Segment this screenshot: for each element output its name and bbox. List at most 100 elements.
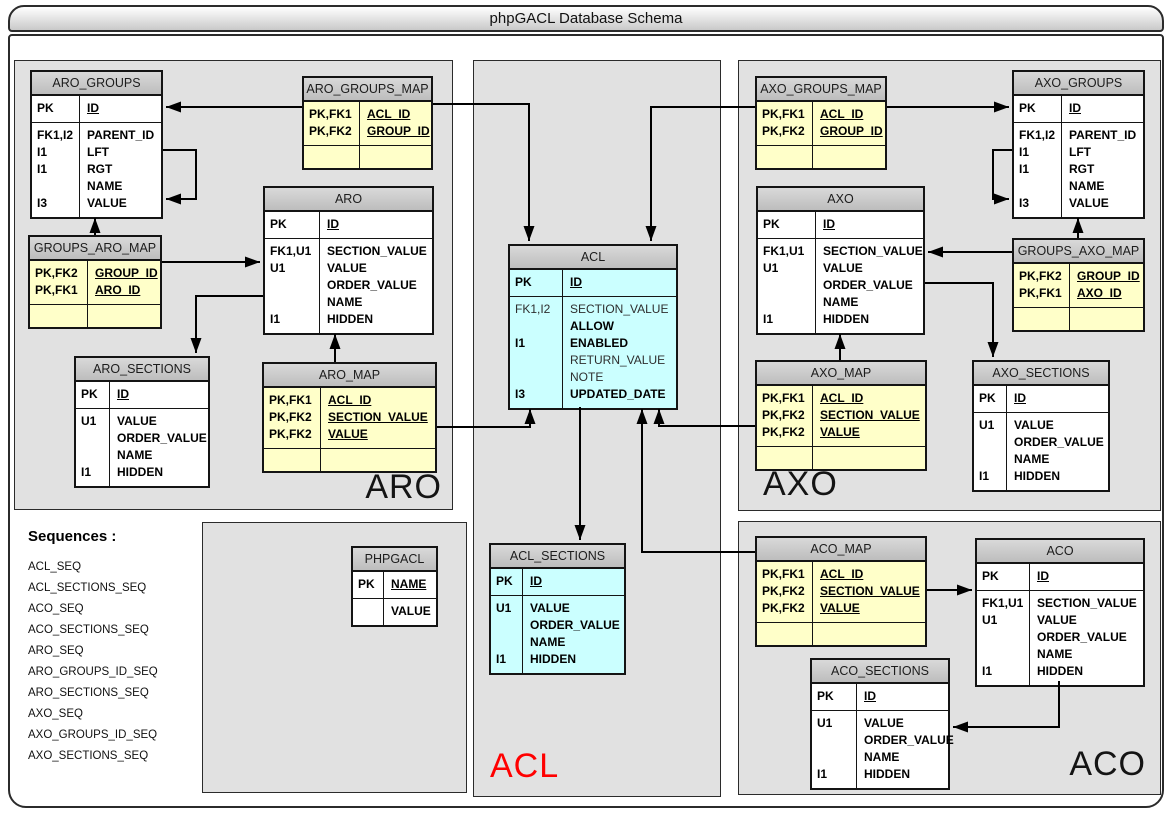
- field-cell: HIDDEN: [864, 766, 954, 783]
- field-cell: ACL_ID: [367, 106, 430, 123]
- key-cell: [515, 352, 560, 369]
- field-cell: ENABLED: [570, 335, 674, 352]
- table-GROUPS_ARO_MAP: GROUPS_ARO_MAPPK,FK2PK,FK1GROUP_IDARO_ID: [28, 235, 162, 329]
- field-cell: VALUE: [1069, 195, 1141, 212]
- table-GROUPS_AXO_MAP: GROUPS_AXO_MAPPK,FK2PK,FK1GROUP_IDAXO_ID: [1012, 238, 1145, 332]
- field-cell: GROUP_ID: [1077, 268, 1141, 285]
- key-cell: PK,FK1: [762, 390, 810, 407]
- table-AXO_SECTIONS: AXO_SECTIONSPKIDU1 I1VALUEORDER_VALUENAM…: [972, 360, 1110, 492]
- field-cell: NAME: [1014, 451, 1106, 468]
- table-ARO_MAP-title: ARO_MAP: [264, 364, 435, 388]
- key-cell: [496, 634, 520, 651]
- field-cell: NAME: [530, 634, 622, 651]
- table-AXO_MAP-title: AXO_MAP: [757, 362, 925, 386]
- AXO_GROUPS-body-section: FK1,I2I1I1 I3PARENT_IDLFTRGTNAMEVALUE: [1014, 123, 1143, 217]
- ARO_SECTIONS-body-section: U1 I1VALUEORDER_VALUENAMEHIDDEN: [76, 409, 208, 486]
- table-ACL-title: ACL: [510, 246, 676, 270]
- table-ACO_SECTIONS: ACO_SECTIONSPKIDU1 I1VALUEORDER_VALUENAM…: [810, 658, 950, 790]
- key-cell: I1: [1019, 161, 1059, 178]
- ARO_GROUPS-body-section: FK1,I2I1I1 I3PARENT_IDLFTRGTNAMEVALUE: [32, 123, 161, 217]
- field-cell: ORDER_VALUE: [117, 430, 207, 447]
- field-cell: GROUP_ID: [367, 123, 430, 140]
- sequence-item: ARO_SECTIONS_SEQ: [28, 683, 203, 704]
- sequence-item: AXO_SEQ: [28, 704, 203, 725]
- field-cell: HIDDEN: [117, 464, 207, 481]
- field-cell: NAME: [1037, 646, 1141, 663]
- group-box-acl: ACL: [473, 60, 721, 797]
- ACO-body-section: FK1,U1U1 I1SECTION_VALUEVALUEORDER_VALUE…: [977, 591, 1143, 685]
- key-cell: [270, 277, 317, 294]
- key-cell: PK,FK1: [1019, 285, 1067, 302]
- key-cell: [817, 732, 854, 749]
- key-cell: [515, 318, 560, 335]
- key-cell: FK1,I2: [1019, 127, 1059, 144]
- key-cell: PK,FK2: [269, 426, 318, 443]
- key-cell: PK,FK2: [762, 424, 810, 441]
- field-cell: VALUE: [823, 260, 923, 277]
- field-cell: VALUE: [327, 260, 430, 277]
- group-label-aco: ACO: [1069, 745, 1146, 784]
- AXO_GROUPS_MAP-pk-section: PK,FK1PK,FK2ACL_IDGROUP_ID: [757, 102, 885, 146]
- field-cell: ORDER_VALUE: [327, 277, 430, 294]
- GROUPS_AXO_MAP-empty-section: [1014, 308, 1143, 330]
- field-cell: ID: [864, 688, 946, 705]
- key-cell: PK: [496, 573, 520, 590]
- key-cell: FK1,U1: [763, 243, 813, 260]
- key-cell: I1: [1019, 144, 1059, 161]
- field-cell: HIDDEN: [823, 311, 923, 328]
- sequences-heading: Sequences :: [28, 528, 203, 545]
- field-cell: SECTION_VALUE: [570, 301, 674, 318]
- ACO_SECTIONS-body-section: U1 I1VALUEORDER_VALUENAMEHIDDEN: [812, 711, 948, 788]
- key-cell: PK,FK1: [269, 392, 318, 409]
- field-cell: NAME: [391, 576, 434, 593]
- sequence-item: AXO_SECTIONS_SEQ: [28, 746, 203, 767]
- field-cell: UPDATED_DATE: [570, 386, 674, 403]
- ACO_SECTIONS-pk-section: PK ID: [812, 684, 948, 711]
- ACL_SECTIONS-pk-section: PKID: [491, 569, 624, 596]
- field-cell: VALUE: [117, 413, 207, 430]
- key-cell: [496, 617, 520, 634]
- AXO_SECTIONS-pk-section: PKID: [974, 386, 1108, 413]
- key-cell: U1: [817, 715, 854, 732]
- sequence-item: ACO_SEQ: [28, 599, 203, 620]
- table-ARO_MAP: ARO_MAPPK,FK1PK,FK2PK,FK2ACL_IDSECTION_V…: [262, 362, 437, 473]
- GROUPS_AXO_MAP-pk-section: PK,FK2PK,FK1GROUP_IDAXO_ID: [1014, 264, 1143, 308]
- key-cell: PK: [81, 386, 107, 403]
- key-cell: [81, 430, 107, 447]
- key-cell: [515, 369, 560, 386]
- field-cell: ID: [1069, 100, 1141, 117]
- field-cell: VALUE: [391, 603, 434, 620]
- ARO_GROUPS-pk-section: PKID: [32, 96, 161, 123]
- ACO_MAP-empty-section: [757, 623, 925, 645]
- key-cell: I1: [270, 311, 317, 328]
- field-cell: HIDDEN: [327, 311, 430, 328]
- field-cell: SECTION_VALUE: [327, 243, 430, 260]
- key-cell: I1: [37, 161, 77, 178]
- table-AXO_GROUPS: AXO_GROUPSPKIDFK1,I2I1I1 I3PARENT_IDLFTR…: [1012, 70, 1145, 219]
- key-cell: I1: [37, 144, 77, 161]
- field-cell: LFT: [87, 144, 159, 161]
- field-cell: PARENT_ID: [1069, 127, 1141, 144]
- field-cell: VALUE: [820, 424, 923, 441]
- key-cell: PK,FK2: [269, 409, 318, 426]
- key-cell: PK,FK1: [762, 566, 810, 583]
- key-cell: I3: [515, 386, 560, 403]
- ACL-body-section: FK1,I2 I1 I3SECTION_VALUEALLOWENABLEDRET…: [510, 297, 676, 408]
- key-cell: PK: [817, 688, 854, 705]
- field-cell: ORDER_VALUE: [1014, 434, 1106, 451]
- sequences-list: Sequences : ACL_SEQACL_SECTIONS_SEQACO_S…: [28, 528, 203, 578]
- key-cell: PK,FK1: [762, 106, 810, 123]
- key-cell: PK,FK2: [309, 123, 357, 140]
- key-cell: PK,FK2: [762, 583, 810, 600]
- table-AXO_SECTIONS-title: AXO_SECTIONS: [974, 362, 1108, 386]
- field-cell: SECTION_VALUE: [820, 407, 923, 424]
- table-ARO: AROPKIDFK1,U1U1 I1SECTION_VALUEVALUEORDE…: [263, 186, 434, 335]
- table-AXO_GROUPS-title: AXO_GROUPS: [1014, 72, 1143, 96]
- ARO_SECTIONS-pk-section: PKID: [76, 382, 208, 409]
- table-ACL: ACLPKIDFK1,I2 I1 I3SECTION_VALUEALLOWENA…: [508, 244, 678, 410]
- table-ACO: ACOPKIDFK1,U1U1 I1SECTION_VALUEVALUEORDE…: [975, 538, 1145, 687]
- key-cell: PK: [270, 216, 317, 233]
- key-cell: U1: [982, 612, 1027, 629]
- key-cell: I1: [982, 663, 1027, 680]
- field-cell: ALLOW: [570, 318, 674, 335]
